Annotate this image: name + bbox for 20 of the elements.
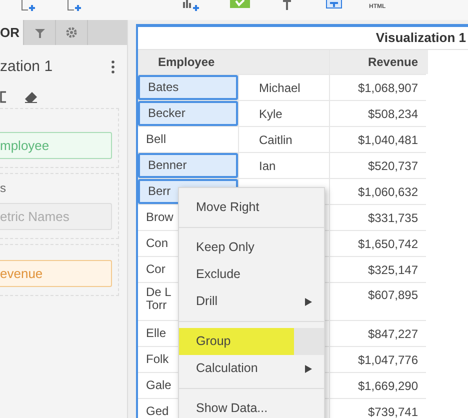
table-cell: $1,047,776 (330, 347, 428, 372)
table-cell: $1,060,632 (330, 179, 428, 204)
table-cell: $739,741 (330, 399, 428, 418)
table-cell: $508,234 (330, 101, 428, 126)
table-cell: Kyle (239, 101, 329, 126)
table-cell: $1,650,742 (330, 231, 428, 256)
table-cell: $520,737 (330, 153, 428, 178)
table-cell: Michael (239, 75, 329, 100)
table-cell: $1,669,290 (330, 373, 428, 398)
table-cell: $331,735 (330, 205, 428, 230)
table-cell: Ian (239, 153, 329, 178)
table-cell: Caitlin (239, 127, 329, 152)
table-cell: $325,147 (330, 257, 428, 282)
section-label: s (0, 180, 7, 197)
table-cell: $1,040,481 (330, 127, 428, 152)
table-cell: $847,227 (330, 321, 428, 346)
visualization-title: Visualization 1 (376, 29, 466, 48)
visualization-name: zation 1 (0, 56, 53, 77)
table-cell: $607,895 (330, 283, 428, 320)
table-cell: $1,068,907 (330, 75, 428, 100)
